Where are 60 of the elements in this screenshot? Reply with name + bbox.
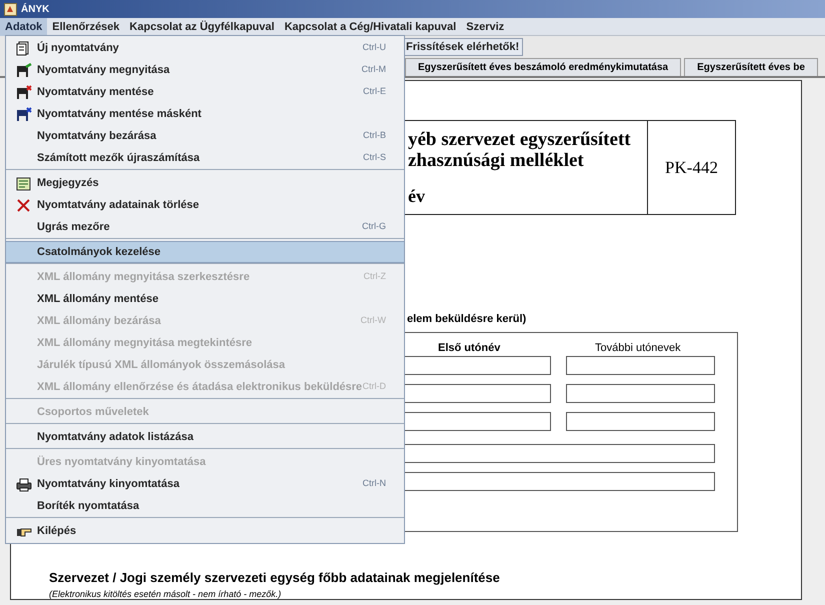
menu-item[interactable]: Csatolmányok kezelése	[6, 241, 404, 263]
year-label: év	[408, 185, 425, 208]
menu-bar-item[interactable]: Adatok	[0, 18, 48, 36]
menu-item: XML állomány megnyitása szerkesztésre Ctrl-Z	[36, 269, 387, 286]
menu-bar-item[interactable]: Kapcsolat a Cég/Hivatali kapuval	[279, 18, 462, 36]
menu-item[interactable]: Boríték nyomtatása	[6, 495, 404, 517]
form-code: PK-442	[665, 156, 718, 179]
menu-item[interactable]: Nyomtatvány mentése Ctrl-E	[6, 81, 404, 103]
printer-icon	[16, 476, 32, 492]
menu-bar-item[interactable]: Kapcsolat az Ügyfélkapuval	[124, 18, 280, 36]
menu-item[interactable]: Új nyomtatvány Ctrl-U	[6, 37, 404, 59]
app-icon	[4, 2, 17, 16]
shortcut-label: Ctrl-Z	[364, 270, 386, 284]
menu-item[interactable]: Nyomtatvány adatainak törlése	[6, 194, 404, 216]
menu-item[interactable]: Nyomtatvány kinyomtatása Ctrl-N	[6, 473, 404, 495]
floppy-disk-icon	[16, 84, 32, 100]
notepad-icon	[16, 176, 32, 190]
section-note: elem beküldésre kerül)	[407, 312, 526, 327]
menu-item[interactable]: Nyomtatvány mentése másként	[6, 103, 404, 125]
shortcut-label: Ctrl-B	[363, 129, 386, 142]
shortcut-label: Ctrl-S	[363, 151, 386, 164]
menu-item: XML állomány bezárása Ctrl-W	[36, 313, 387, 330]
form-title: zhasznúsági melléklet	[408, 150, 584, 171]
menu-item[interactable]: Nyomtatvány adatok listázása	[6, 426, 404, 448]
menu-item[interactable]: Kilépés	[6, 520, 404, 542]
menu-item[interactable]: Nyomtatvány megnyitása Ctrl-M	[6, 59, 404, 81]
menu-item[interactable]: Megjegyzés	[6, 172, 404, 194]
shortcut-label: Ctrl-G	[362, 220, 386, 234]
menu-item: Üres nyomtatvány kinyomtatása	[36, 454, 207, 470]
menu-item[interactable]: Ugrás mezőre Ctrl-G	[6, 216, 404, 238]
menu-bar-item[interactable]: Szerviz	[461, 18, 510, 36]
menu-bar-item[interactable]: Ellenőrzések	[47, 18, 125, 36]
section-subtitle: (Elektronikus kitöltés esetén másolt - nem írható - mezők.)	[49, 588, 282, 601]
tab[interactable]: Egyszerűsített éves beszámoló eredménykimutatása	[405, 58, 682, 76]
close-icon	[16, 198, 32, 212]
floppy-disk-icon	[16, 62, 32, 78]
menu-item: Csoportos műveletek	[36, 404, 150, 420]
column-header: Első utónév	[438, 341, 500, 356]
form-title: yéb szervezet egyszerűsített	[408, 129, 631, 150]
menu-item[interactable]: XML állomány mentése	[6, 288, 404, 310]
input-field[interactable]	[566, 412, 715, 431]
shortcut-label: Ctrl-U	[362, 41, 386, 54]
updates-button[interactable]: Frissítések elérhetők!	[402, 38, 524, 56]
menu-item[interactable]: Számított mezők újraszámítása Ctrl-S	[6, 147, 404, 169]
column-header: További utónevek	[595, 341, 681, 356]
menu-item: Járulék típusú XML állományok összemásolása	[36, 358, 286, 373]
floppy-disk-icon	[16, 106, 32, 122]
menu-item[interactable]: Nyomtatvány bezárása Ctrl-B	[6, 125, 404, 147]
window-title: ÁNYK	[21, 2, 50, 16]
shortcut-label: Ctrl-N	[362, 477, 386, 490]
shortcut-label: Ctrl-M	[362, 63, 386, 76]
shortcut-label: Ctrl-D	[362, 380, 386, 394]
menu-item: XML állomány ellenőrzése és átadása elektronikus beküldésreCtrl-D	[36, 379, 387, 396]
input-field[interactable]	[566, 384, 715, 403]
section-title: Szervezet / Jogi személy szervezeti egység főbb adatainak megjelenítése	[49, 569, 500, 587]
tab[interactable]: Egyszerűsített éves be	[684, 58, 818, 76]
input-field[interactable]	[566, 356, 715, 375]
shortcut-label: Ctrl-W	[360, 314, 386, 328]
menu-item: XML állomány megnyitása megtekintésre	[36, 336, 253, 351]
shortcut-label: Ctrl-E	[363, 85, 386, 98]
